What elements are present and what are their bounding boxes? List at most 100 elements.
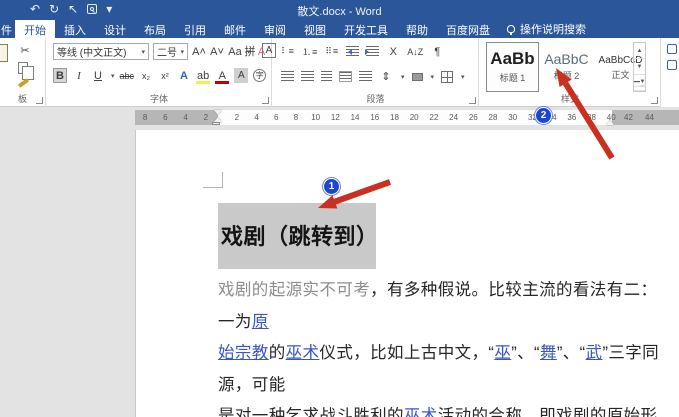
shrink-font-icon[interactable]: A˅ (210, 44, 224, 59)
font-group: 等线 (中文正文) ▾ 二号 ▾ A˄ A˅ Aa ▾ A B I U ▾ ab… (47, 38, 272, 107)
multilevel-list-icon[interactable]: ⠿≡ (325, 44, 339, 59)
align-center-icon[interactable] (301, 71, 314, 82)
hyperlink[interactable]: 巫术 (404, 407, 438, 417)
ruler-number: 16 (365, 113, 385, 122)
paragraph-dialog-launcher[interactable] (469, 97, 476, 104)
highlight-color-icon[interactable]: ab (196, 68, 210, 83)
hyperlink[interactable]: 巫术 (286, 344, 320, 362)
styles-scroll-up-icon[interactable]: ▲ (634, 43, 645, 59)
font-name-combo[interactable]: 等线 (中文正文) ▾ (53, 43, 149, 60)
tab-百度网盘[interactable]: 百度网盘 (437, 20, 499, 38)
text-line: 戏剧的起源实不可考，有多种假说。比较主流的看法有二：一为原 (218, 275, 673, 338)
chevron-down-icon: ▾ (111, 72, 115, 80)
chevron-down-icon: ▾ (180, 48, 184, 56)
tell-me-label: 操作说明搜索 (520, 21, 586, 37)
font-dialog-launcher[interactable] (262, 97, 269, 104)
character-shading-icon[interactable]: A (234, 68, 248, 83)
tab-视图[interactable]: 视图 (295, 20, 335, 38)
styles-dialog-launcher[interactable] (651, 97, 658, 104)
copy-icon[interactable] (18, 62, 28, 74)
enclose-characters-icon[interactable]: 字 (253, 69, 266, 82)
justify-icon[interactable] (339, 71, 352, 82)
tab-开发工具[interactable]: 开发工具 (335, 20, 397, 38)
find-icon[interactable] (667, 44, 677, 54)
tab-file-partial[interactable]: 件 (0, 20, 15, 38)
tab-插入[interactable]: 插入 (55, 20, 95, 38)
text-effects-icon[interactable]: A (177, 68, 191, 83)
tab-布局[interactable]: 布局 (135, 20, 175, 38)
line-spacing-icon[interactable]: ⇕ (379, 69, 393, 84)
tell-me-search[interactable]: 操作说明搜索 (499, 20, 594, 38)
hyperlink[interactable]: 舞 (540, 344, 557, 362)
paste-icon[interactable] (0, 44, 8, 62)
chevron-down-icon: ▾ (461, 73, 465, 81)
subscript-button[interactable]: x₂ (139, 68, 153, 83)
document-heading[interactable]: 戏剧（跳转到） (221, 219, 379, 251)
grow-font-icon[interactable]: A˄ (192, 44, 206, 59)
borders-icon[interactable] (441, 71, 453, 83)
hyperlink[interactable]: 武 (586, 344, 603, 362)
title-bar: ↶ ↻ ↖ ▾ 散文.docx - Word (0, 0, 679, 20)
style-name: 标题 1 (487, 71, 538, 84)
text-run: 戏剧的起源实不可考 (218, 281, 370, 299)
increase-indent-icon[interactable] (366, 46, 379, 57)
more-caret: ▼ (640, 79, 646, 86)
tab-引用[interactable]: 引用 (175, 20, 215, 38)
align-left-icon[interactable] (281, 71, 294, 82)
font-color-icon[interactable]: A (215, 68, 229, 83)
distribute-icon[interactable] (359, 71, 372, 82)
left-indent-marker[interactable] (212, 122, 220, 125)
tab-邮件[interactable]: 邮件 (215, 20, 255, 38)
ruler-number: 4 (247, 113, 267, 122)
bold-button[interactable]: B (53, 68, 67, 83)
replace-icon[interactable] (667, 60, 677, 70)
italic-button[interactable]: I (72, 68, 86, 83)
styles-scroll-down-icon[interactable]: ▼ (634, 59, 645, 75)
ruler-number: 34 (542, 113, 562, 122)
tab-开始[interactable]: 开始 (15, 20, 55, 38)
style-card-标题 2[interactable]: AaBbC标题 2 (540, 42, 593, 92)
align-right-icon[interactable] (321, 71, 332, 82)
clipboard-group: ✂ 板 (0, 38, 46, 107)
tab-审阅[interactable]: 审阅 (255, 20, 295, 38)
text-run: ”、“ (511, 344, 540, 362)
tab-设计[interactable]: 设计 (95, 20, 135, 38)
numbered-list-icon[interactable]: ⒈≡ (302, 44, 318, 59)
cut-icon[interactable]: ✂ (18, 43, 32, 58)
editing-group-partial (661, 38, 679, 107)
superscript-button[interactable]: x² (158, 68, 172, 83)
hyperlink[interactable]: 始宗教 (218, 344, 269, 362)
document-body-text[interactable]: 戏剧的起源实不可考，有多种假说。比较主流的看法有二：一为原始宗教的巫术仪式，比如… (218, 275, 673, 417)
document-area: 戏剧（跳转到） 戏剧的起源实不可考，有多种假说。比较主流的看法有二：一为原始宗教… (0, 127, 679, 417)
sort-icon[interactable]: A↓Z (407, 44, 423, 59)
ruler-number: 8 (135, 113, 155, 122)
ruler-number: 8 (286, 113, 306, 122)
right-indent-marker[interactable] (606, 120, 614, 125)
shading-icon[interactable] (412, 73, 423, 81)
phonetic-guide-icon[interactable]: 拼 (243, 43, 257, 58)
ruler-number: 36 (562, 113, 582, 122)
decrease-indent-icon[interactable] (346, 46, 359, 57)
horizontal-ruler[interactable]: 8642 24681012141618202224262830323436384… (135, 110, 679, 125)
underline-button[interactable]: U (91, 68, 105, 83)
font-size-combo[interactable]: 二号 ▾ (153, 43, 188, 60)
ruler-number: 12 (326, 113, 346, 122)
style-card-标题 1[interactable]: AaBb标题 1 (486, 42, 539, 92)
asian-layout-icon[interactable]: X (386, 44, 400, 59)
paragraph-group-label: 段落 (273, 92, 478, 105)
styles-gallery-scrollbar: ▲ ▼ ▼ (633, 42, 646, 92)
strikethrough-button[interactable]: abc (120, 68, 135, 83)
text-line: 始宗教的巫术仪式，比如上古中文，“巫”、“舞”、“武”三字同源，可能 (218, 338, 673, 401)
ruler-number: 42 (618, 113, 639, 122)
bullet-list-icon[interactable]: ⠇≡ (281, 44, 295, 59)
hyperlink[interactable]: 巫 (494, 344, 511, 362)
tab-帮助[interactable]: 帮助 (397, 20, 437, 38)
change-case-icon[interactable]: Aa (228, 44, 242, 59)
format-painter-icon[interactable] (18, 78, 29, 88)
ribbon-tab-bar: 件 开始插入设计布局引用邮件审阅视图开发工具帮助百度网盘 操作说明搜索 (0, 20, 679, 38)
clipboard-dialog-launcher[interactable] (36, 97, 43, 104)
show-marks-icon[interactable]: ¶ (430, 44, 444, 59)
hyperlink[interactable]: 原 (252, 313, 269, 331)
styles-gallery-more-icon[interactable]: ▼ (634, 75, 645, 91)
first-line-indent-marker[interactable] (214, 110, 222, 115)
